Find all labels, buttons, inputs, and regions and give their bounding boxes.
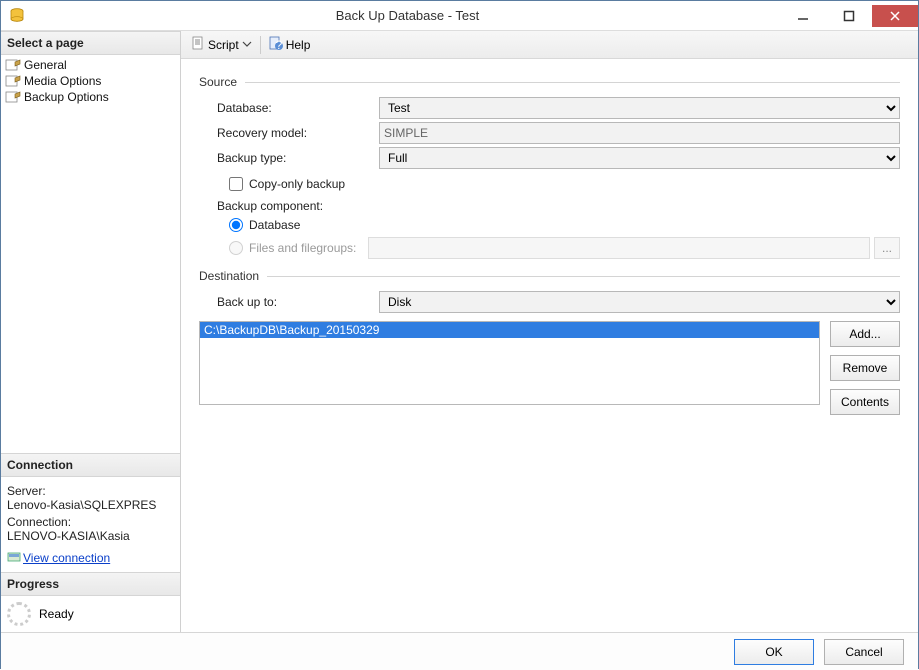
svg-text:?: ?	[275, 38, 282, 50]
script-icon	[191, 36, 205, 53]
radio-database[interactable]	[229, 218, 243, 232]
server-icon	[7, 549, 23, 566]
toolbar-separator	[260, 36, 261, 54]
connection-value: LENOVO-KASIA\Kasia	[7, 529, 174, 543]
help-button[interactable]: ? Help	[265, 34, 315, 55]
radio-files-filegroups	[229, 241, 243, 255]
connection-info: Server: Lenovo-Kasia\SQLEXPRES Connectio…	[1, 477, 180, 572]
select-page-header: Select a page	[1, 31, 180, 55]
connection-header: Connection	[1, 453, 180, 477]
ok-button[interactable]: OK	[734, 639, 814, 665]
contents-button[interactable]: Contents	[830, 389, 900, 415]
page-item-media-options[interactable]: Media Options	[1, 73, 180, 89]
backup-to-label: Back up to:	[199, 295, 379, 309]
progress-block: Ready	[1, 596, 180, 632]
page-item-label: Backup Options	[24, 90, 109, 104]
filegroups-browse-button: ...	[874, 237, 900, 259]
cancel-button[interactable]: Cancel	[824, 639, 904, 665]
group-source: Source	[199, 75, 237, 89]
backup-to-select[interactable]: Disk	[379, 291, 900, 313]
right-panel: Script ? Help Source Database: Test Reco…	[181, 31, 918, 632]
toolbar: Script ? Help	[181, 31, 918, 59]
database-icon	[9, 8, 27, 24]
progress-state: Ready	[39, 607, 74, 621]
view-connection-link[interactable]: View connection	[23, 551, 110, 565]
database-label: Database:	[199, 101, 379, 115]
destination-item[interactable]: C:\BackupDB\Backup_20150329	[200, 322, 819, 338]
radio-database-label: Database	[249, 218, 300, 232]
backup-type-select[interactable]: Full	[379, 147, 900, 169]
radio-files-filegroups-label: Files and filegroups:	[249, 241, 356, 255]
recovery-model-label: Recovery model:	[199, 126, 379, 140]
copy-only-label: Copy-only backup	[249, 177, 345, 191]
page-item-general[interactable]: General	[1, 57, 180, 73]
group-destination: Destination	[199, 269, 259, 283]
remove-button[interactable]: Remove	[830, 355, 900, 381]
backup-type-label: Backup type:	[199, 151, 379, 165]
title-bar: Back Up Database - Test	[1, 1, 918, 31]
minimize-button[interactable]	[780, 5, 826, 27]
backup-component-label: Backup component:	[199, 199, 900, 213]
server-label: Server:	[7, 484, 174, 498]
connection-label: Connection:	[7, 515, 174, 529]
close-button[interactable]	[872, 5, 918, 27]
database-select[interactable]: Test	[379, 97, 900, 119]
left-panel: Select a page General Media Options Back…	[1, 31, 181, 632]
main-form: Source Database: Test Recovery model: Ba…	[181, 59, 918, 632]
maximize-button[interactable]	[826, 5, 872, 27]
page-item-backup-options[interactable]: Backup Options	[1, 89, 180, 105]
filegroups-field	[368, 237, 870, 259]
help-label: Help	[286, 38, 311, 52]
window-title: Back Up Database - Test	[35, 8, 780, 23]
page-item-label: Media Options	[24, 74, 101, 88]
progress-spinner-icon	[7, 602, 31, 626]
dropdown-arrow-icon	[242, 38, 252, 52]
page-item-label: General	[24, 58, 67, 72]
script-button[interactable]: Script	[187, 34, 256, 55]
add-button[interactable]: Add...	[830, 321, 900, 347]
progress-header: Progress	[1, 572, 180, 596]
script-label: Script	[208, 38, 239, 52]
help-icon: ?	[269, 36, 283, 53]
page-list: General Media Options Backup Options	[1, 55, 180, 107]
recovery-model-value	[379, 122, 900, 144]
dialog-footer: OK Cancel	[1, 632, 918, 670]
server-value: Lenovo-Kasia\SQLEXPRES	[7, 498, 174, 512]
copy-only-checkbox[interactable]	[229, 177, 243, 191]
destination-list[interactable]: C:\BackupDB\Backup_20150329	[199, 321, 820, 405]
